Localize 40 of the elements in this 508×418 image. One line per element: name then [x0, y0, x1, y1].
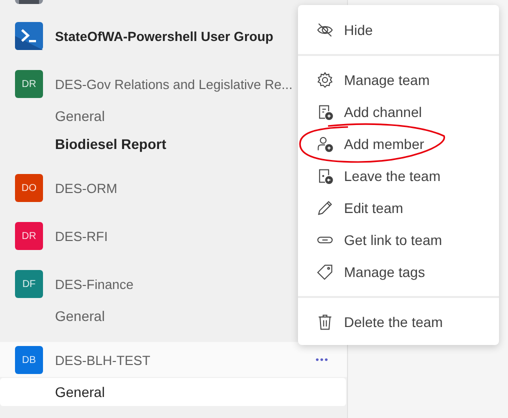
menu-item-label: Manage tags	[344, 264, 425, 280]
menu-item[interactable]: Edit team	[298, 192, 499, 224]
team-name[interactable]: DES-ORM	[55, 180, 118, 196]
team-avatar: DB	[15, 346, 43, 374]
menu-item-label: Edit team	[344, 200, 404, 216]
hide-icon	[316, 21, 334, 39]
add-member-icon	[316, 135, 334, 153]
menu-item-label: Get link to team	[344, 232, 442, 248]
terminal-icon	[15, 22, 43, 50]
pencil-icon	[316, 199, 334, 217]
menu-item[interactable]: Manage team	[298, 64, 499, 96]
team-name[interactable]: DES-RFI	[55, 228, 108, 244]
settings-icon	[316, 71, 334, 89]
team-avatar: DR	[15, 222, 43, 250]
menu-item-label: Hide	[344, 22, 373, 38]
leave-icon	[316, 167, 334, 185]
team-name[interactable]: DES-BLH-TEST	[55, 352, 150, 368]
team-avatar: DR	[15, 70, 43, 98]
menu-item-label: Add channel	[344, 104, 422, 120]
menu-item-label: Leave the team	[344, 168, 441, 184]
menu-item-label: Add member	[344, 136, 424, 152]
team-avatar: DO	[15, 174, 43, 202]
team-avatar: DF	[15, 270, 43, 298]
menu-item[interactable]: Get link to team	[298, 224, 499, 256]
menu-item[interactable]: Leave the team	[298, 160, 499, 192]
channel-item[interactable]: General	[0, 378, 346, 406]
team-name[interactable]: DES-Gov Relations and Legislative Re...	[55, 76, 292, 92]
more-options-button[interactable]: •••	[313, 352, 331, 368]
menu-item[interactable]: Delete the team	[298, 306, 499, 338]
menu-item[interactable]: Add channel	[298, 96, 499, 128]
menu-item[interactable]: Add member	[298, 128, 499, 160]
menu-item[interactable]: Manage tags	[298, 256, 499, 288]
add-channel-icon	[316, 103, 334, 121]
team-name[interactable]: StateOfWA-Powershell User Group	[55, 28, 274, 44]
trash-icon	[316, 313, 334, 331]
menu-item-label: Delete the team	[344, 314, 443, 330]
menu-item[interactable]: Hide	[298, 14, 499, 46]
menu-item-label: Manage team	[344, 72, 430, 88]
tag-icon	[316, 263, 334, 281]
team-name[interactable]: DES-Finance	[55, 276, 134, 292]
